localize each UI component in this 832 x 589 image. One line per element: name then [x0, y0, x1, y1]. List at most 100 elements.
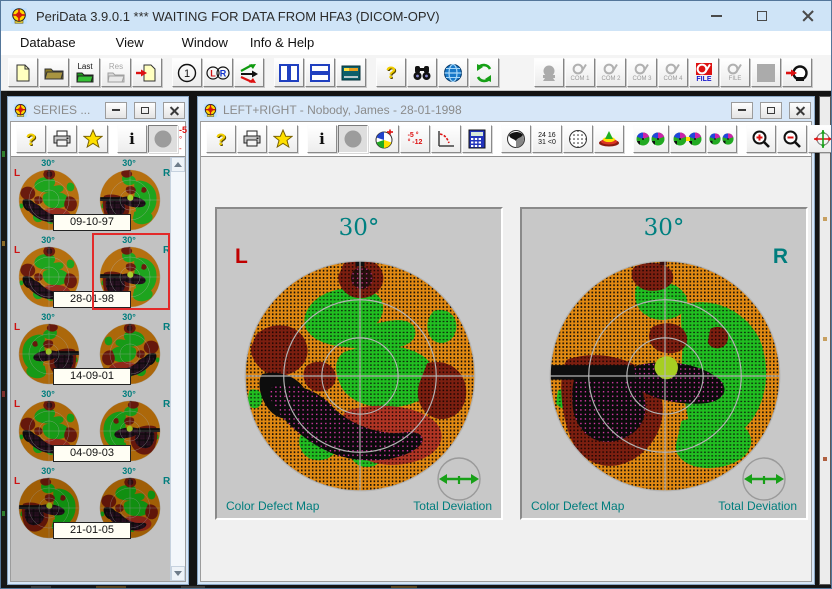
com4-button-disabled[interactable]: COM 4 [658, 58, 688, 87]
exam-favorite-button[interactable] [268, 125, 298, 153]
exam-date-label: 09-10-97 [53, 214, 131, 231]
com2-button-disabled[interactable]: COM 2 [596, 58, 626, 87]
numeric-map-button[interactable]: 24 1631 <0 [532, 125, 562, 153]
series-titlebar[interactable]: SERIES ... [10, 99, 186, 121]
left-eye-panel: 30° L Color Defect Map Total Deviation [215, 207, 503, 520]
dual-map-both-button[interactable] [633, 125, 669, 153]
com4-label: COM 4 [663, 76, 682, 82]
menu-database[interactable]: Database [9, 32, 87, 54]
scroll-up-button[interactable] [171, 157, 185, 172]
file-active-label: FILE [696, 76, 711, 83]
blank-button-disabled[interactable] [751, 58, 781, 87]
series-print-button[interactable] [47, 125, 77, 153]
tile-horizontal-button[interactable] [305, 58, 335, 87]
menu-view[interactable]: View [105, 32, 155, 54]
web-button[interactable] [438, 58, 468, 87]
import-button[interactable] [132, 58, 162, 87]
series-restore-button[interactable] [134, 102, 156, 119]
degree-label: 30° [17, 466, 79, 476]
series-row[interactable]: 30° 30° L R 21-01-05 [11, 465, 185, 542]
com1-button-disabled[interactable]: COM 1 [565, 58, 595, 87]
degree-label: 30° [98, 389, 160, 399]
help-button[interactable]: ? [376, 58, 406, 87]
info-icon: i [129, 132, 135, 147]
series-close-button[interactable] [163, 102, 185, 119]
scroll-down-button[interactable] [171, 566, 185, 581]
series-row[interactable]: 30° 30° L R 09-10-97 [11, 157, 185, 234]
color-defect-map-button[interactable] [369, 125, 399, 153]
zoom-out-button[interactable] [777, 125, 807, 153]
zoom-in-button[interactable] [746, 125, 776, 153]
tile-horizontal-icon [310, 64, 330, 82]
degree-label: 30° [522, 215, 806, 241]
app-icon [13, 103, 28, 118]
series-scrollbar[interactable] [170, 157, 185, 581]
open-last-button[interactable]: Last [70, 58, 100, 87]
exam-restore-button[interactable] [760, 102, 782, 119]
numeric-map-icon: 24 1631 <0 [538, 132, 556, 147]
series-title: SERIES ... [33, 103, 98, 117]
left-right-view-button[interactable]: L R [203, 58, 233, 87]
exam-date-label: 21-01-05 [53, 522, 131, 539]
com3-button-disabled[interactable]: COM 3 [627, 58, 657, 87]
close-icon [170, 106, 179, 115]
exam-print-button[interactable] [237, 125, 267, 153]
new-document-icon [15, 64, 31, 82]
tile-vertical-button[interactable] [274, 58, 304, 87]
new-database-button[interactable] [8, 58, 38, 87]
grayscale-map-button[interactable] [501, 125, 531, 153]
gray-map-button[interactable] [338, 125, 368, 153]
close-button[interactable] [785, 1, 831, 31]
file-transfer-button-active[interactable]: FILE [689, 58, 719, 87]
menu-window[interactable]: Window [171, 32, 239, 54]
calculator-button[interactable] [462, 125, 492, 153]
series-minimize-button[interactable] [105, 102, 127, 119]
exam-content: 30° L Color Defect Map Total Deviation 3… [201, 157, 811, 581]
arrow-up-icon [174, 162, 182, 167]
series-info-button[interactable]: i [117, 125, 147, 153]
main-toolbar: Last Res 1 L R [1, 55, 831, 91]
pattern-map-button[interactable] [563, 125, 593, 153]
right-eye-panel: 30° R Color Defect Map Total Deviation [520, 207, 808, 520]
series-row[interactable]: 30° 30° L R 04-09-03 [11, 388, 185, 465]
exam-minimize-button[interactable] [731, 102, 753, 119]
defect-values-button[interactable]: -5 °° -12 [400, 125, 430, 153]
minimize-icon [738, 109, 746, 111]
fixation-cross-button[interactable] [808, 125, 832, 153]
printer-icon [242, 129, 262, 149]
series-graymap-button[interactable] [148, 125, 178, 153]
single-view-button[interactable]: 1 [172, 58, 202, 87]
app-titlebar[interactable]: PeriData 3.9.0.1 *** WAITING FOR DATA FR… [1, 1, 831, 31]
search-button[interactable] [407, 58, 437, 87]
help-icon: ? [26, 131, 36, 148]
printer-icon [52, 129, 72, 149]
curve-button[interactable] [431, 125, 461, 153]
refresh-button[interactable] [469, 58, 499, 87]
help-icon: ? [386, 64, 396, 81]
restore-icon [767, 107, 775, 114]
favorite-icon [83, 129, 103, 149]
sort-series-button[interactable] [234, 58, 264, 87]
maximize-button[interactable] [739, 1, 785, 31]
hill-of-vision-button[interactable] [594, 125, 624, 153]
exam-info-button[interactable]: i [307, 125, 337, 153]
open-results-button-disabled[interactable]: Res [101, 58, 131, 87]
instrument-button-disabled[interactable] [534, 58, 564, 87]
cascade-button[interactable] [336, 58, 366, 87]
series-row-selected[interactable]: 30° 30° L R 28-01-98 [11, 234, 185, 311]
series-favorite-button[interactable] [78, 125, 108, 153]
com-port-icon [603, 63, 619, 75]
open-database-button[interactable] [39, 58, 69, 87]
series-help-button[interactable]: ? [16, 125, 46, 153]
file-transfer-button-disabled[interactable]: FILE [720, 58, 750, 87]
dual-map-compare-button[interactable] [670, 125, 706, 153]
color-map-icon [374, 129, 394, 149]
dual-map-small-button[interactable] [707, 125, 737, 153]
minimize-button[interactable] [693, 1, 739, 31]
exit-button[interactable] [782, 58, 812, 87]
series-row[interactable]: 30° 30° L R 14-09-01 [11, 311, 185, 388]
exam-titlebar[interactable]: LEFT+RIGHT - Nobody, James - 28-01-1998 [200, 99, 812, 121]
exam-help-button[interactable]: ? [206, 125, 236, 153]
menu-info-help[interactable]: Info & Help [239, 32, 325, 54]
exam-close-button[interactable] [789, 102, 811, 119]
